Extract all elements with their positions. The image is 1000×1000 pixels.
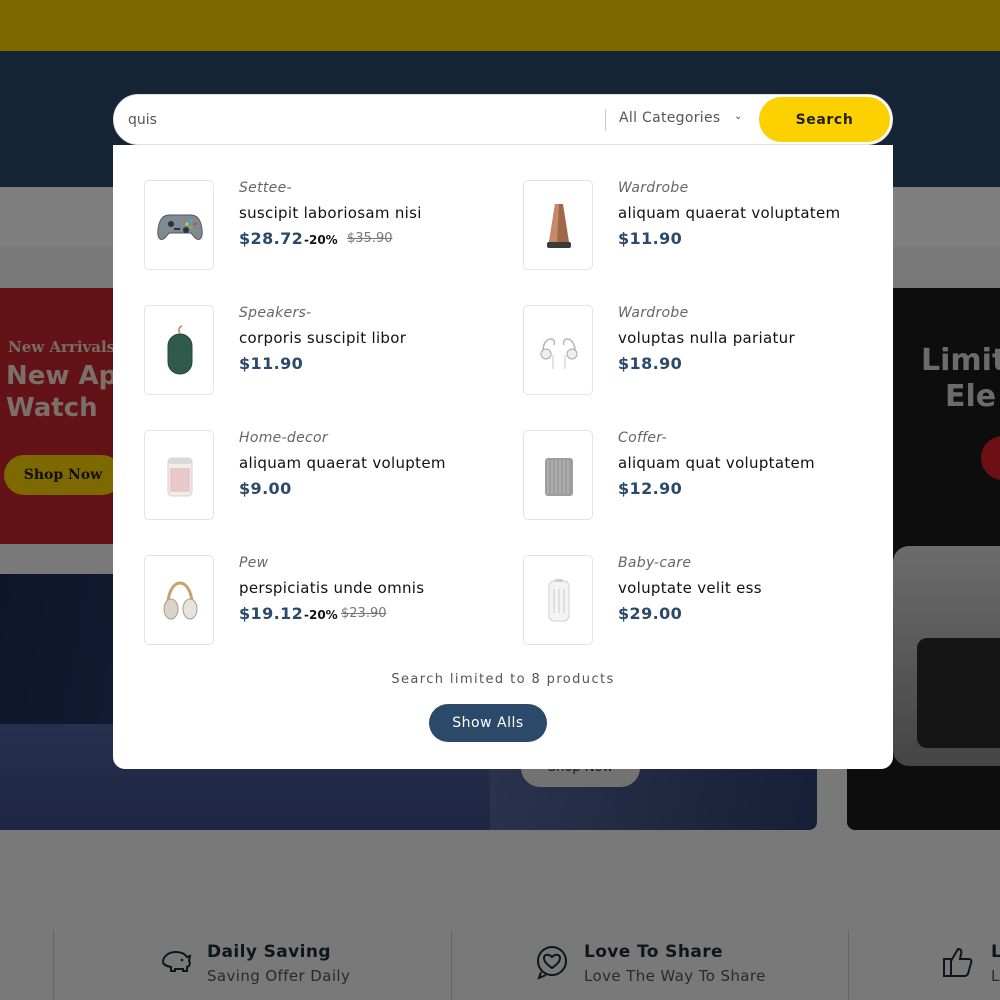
product-price: $18.90 [618, 354, 683, 373]
old-price: $23.90 [341, 606, 387, 621]
product-price: $12.90 [618, 479, 683, 498]
product-name[interactable]: corporis suscipit libor [239, 329, 406, 347]
product-price: $28.72 [239, 229, 304, 248]
product-price: $11.90 [239, 354, 304, 373]
product-thumbnail[interactable] [523, 180, 593, 270]
search-results-dropdown: Settee- suscipit laboriosam nisi $28.72 … [113, 145, 893, 769]
discount-badge: -20% [304, 608, 338, 622]
product-name[interactable]: voluptate velit ess [618, 579, 762, 597]
product-thumbnail[interactable] [144, 430, 214, 520]
show-all-button[interactable]: Show Alls [429, 704, 547, 742]
product-name[interactable]: aliquam quaerat voluptem [239, 454, 446, 472]
product-category: Wardrobe [618, 305, 689, 321]
result-item[interactable]: Pew perspiciatis unde omnis $19.12 -20% … [144, 555, 504, 645]
result-item[interactable]: Baby-care voluptate velit ess $29.00 [523, 555, 883, 645]
category-select[interactable]: All Categories [619, 110, 720, 126]
product-name[interactable]: voluptas nulla pariatur [618, 329, 795, 347]
product-thumbnail[interactable] [144, 180, 214, 270]
chevron-down-icon[interactable]: ⌄ [734, 111, 742, 122]
search-button[interactable]: Search [759, 97, 890, 142]
search-input[interactable] [128, 104, 598, 136]
grey-speaker-icon [545, 458, 573, 496]
product-name[interactable]: aliquam quaerat voluptatem [618, 204, 840, 222]
product-thumbnail[interactable] [144, 555, 214, 645]
search-limit-note: Search limited to 8 products [391, 672, 615, 687]
result-item[interactable]: Speakers- corporis suscipit libor $11.90 [144, 305, 504, 395]
product-category: Settee- [239, 180, 292, 196]
product-thumbnail[interactable] [523, 430, 593, 520]
air-purifier-icon [167, 457, 193, 497]
product-name[interactable]: aliquam quat voluptatem [618, 454, 815, 472]
discount-badge: -20% [304, 233, 338, 247]
result-item[interactable]: Wardrobe voluptas nulla pariatur $18.90 [523, 305, 883, 395]
product-thumbnail[interactable] [144, 305, 214, 395]
result-item[interactable]: Coffer- aliquam quat voluptatem $12.90 [523, 430, 883, 520]
search-bar: All Categories ⌄ Search [113, 94, 893, 145]
product-category: Wardrobe [618, 180, 689, 196]
product-name[interactable]: suscipit laboriosam nisi [239, 204, 422, 222]
product-category: Baby-care [618, 555, 692, 571]
product-price: $11.90 [618, 229, 683, 248]
game-controller-icon [157, 214, 203, 240]
product-thumbnail[interactable] [523, 305, 593, 395]
product-category: Coffer- [618, 430, 667, 446]
product-price: $29.00 [618, 604, 683, 623]
speaker-icon [547, 204, 571, 248]
heater-icon [548, 579, 570, 622]
product-thumbnail[interactable] [523, 555, 593, 645]
product-category: Pew [239, 555, 269, 571]
search-separator [605, 109, 606, 131]
product-price: $19.12 [239, 604, 304, 623]
result-item[interactable]: Wardrobe aliquam quaerat voluptatem $11.… [523, 180, 883, 270]
product-category: Home-decor [239, 430, 328, 446]
old-price: $35.90 [347, 231, 393, 246]
product-price: $9.00 [239, 479, 292, 498]
result-item[interactable]: Settee- suscipit laboriosam nisi $28.72 … [144, 180, 504, 270]
portable-speaker-icon [167, 325, 193, 375]
product-name[interactable]: perspiciatis unde omnis [239, 579, 424, 597]
headphones-icon [163, 581, 198, 620]
earphones-icon [540, 338, 578, 369]
result-item[interactable]: Home-decor aliquam quaerat voluptem $9.0… [144, 430, 504, 520]
product-category: Speakers- [239, 305, 312, 321]
